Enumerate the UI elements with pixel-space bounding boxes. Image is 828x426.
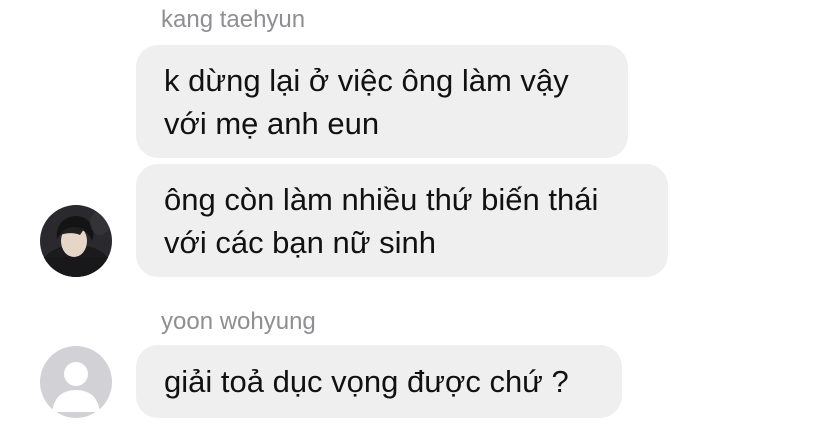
avatar-default[interactable] — [40, 346, 112, 418]
message-text: k dừng lại ở việc ông làm vậy với mẹ anh… — [164, 59, 569, 145]
message-bubble[interactable]: k dừng lại ở việc ông làm vậy với mẹ anh… — [136, 45, 628, 158]
message-line: với mẹ anh eun — [164, 105, 380, 141]
sender-name: kang taehyun — [161, 6, 306, 33]
profile-photo-icon — [40, 205, 112, 277]
message-bubble[interactable]: giải toả dục vọng được chứ ? — [136, 345, 622, 418]
message-line: giải toả dục vọng được chứ ? — [164, 364, 569, 399]
message-bubble[interactable]: ông còn làm nhiều thứ biến thái với các … — [136, 164, 668, 277]
message-line: với các bạn nữ sinh — [164, 224, 436, 260]
default-user-icon — [40, 346, 112, 418]
message-text: giải toả dục vọng được chứ ? — [164, 360, 569, 403]
sender-name: yoon wohyung — [161, 308, 316, 335]
message-line: ông còn làm nhiều thứ biến thái — [164, 181, 599, 217]
message-text: ông còn làm nhiều thứ biến thái với các … — [164, 178, 598, 264]
avatar-profile-photo[interactable] — [40, 205, 112, 277]
message-line: k dừng lại ở việc ông làm vậy — [164, 62, 569, 98]
